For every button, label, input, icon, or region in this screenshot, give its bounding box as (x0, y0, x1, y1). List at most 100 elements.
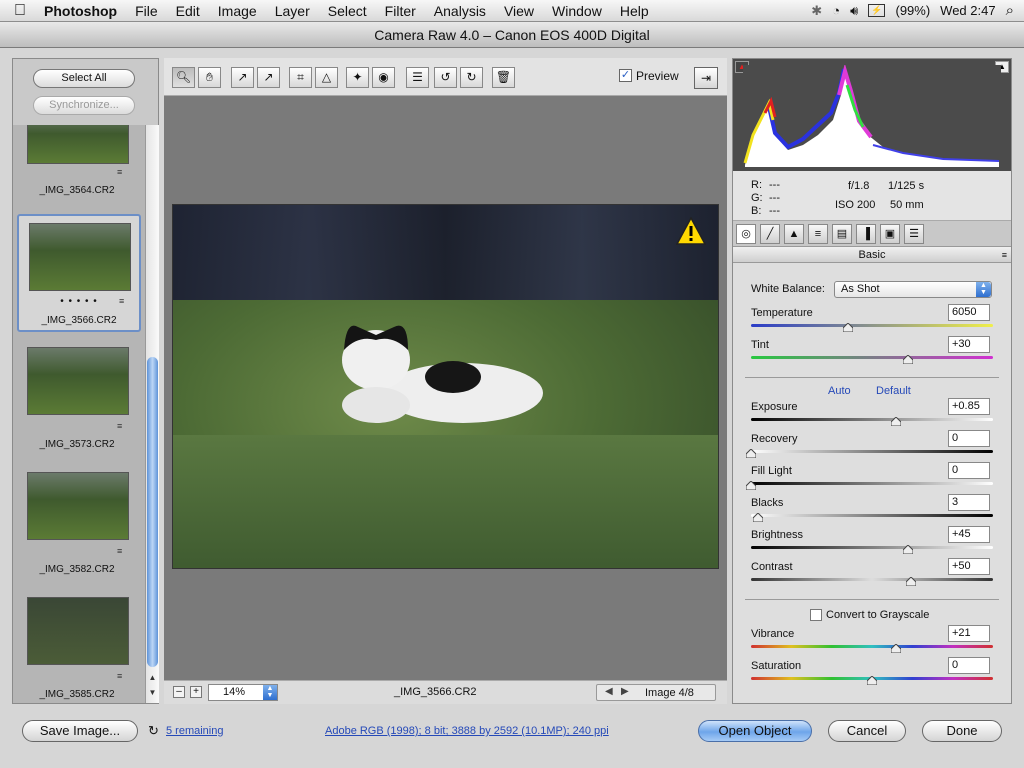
scrollbar-thumb[interactable] (147, 357, 158, 667)
white-balance-tool-icon[interactable]: ↗ (231, 67, 254, 88)
menu-filter[interactable]: Filter (376, 3, 425, 19)
tint-value-field[interactable]: +30 (948, 336, 990, 353)
preview-checkbox[interactable]: ✓ (619, 69, 632, 82)
menu-app-photoshop[interactable]: Photoshop (40, 3, 126, 19)
exposure-slider-track[interactable] (751, 418, 993, 421)
temperature-value-field[interactable]: 6050 (948, 304, 990, 321)
contrast-slider-thumb[interactable] (905, 575, 917, 587)
menu-window[interactable]: Window (543, 3, 611, 19)
tab-presets-icon[interactable]: ☰ (904, 224, 924, 244)
hand-tool-icon[interactable]: ✋︎ (198, 67, 221, 88)
image-canvas[interactable] (164, 96, 727, 680)
convert-grayscale-label[interactable]: Convert to Grayscale (826, 609, 929, 621)
tab-camera-calibration-icon[interactable]: ▣ (880, 224, 900, 244)
color-sampler-tool-icon[interactable]: ↗ (257, 67, 280, 88)
fill-light-value-field[interactable]: 0 (948, 462, 990, 479)
synchronize-button[interactable]: Synchronize... (33, 96, 135, 115)
vibrance-value-field[interactable]: +21 (948, 625, 990, 642)
thumbnail-img-3573[interactable]: ≡ _IMG_3573.CR2 (17, 345, 141, 463)
tint-slider-track[interactable] (751, 356, 993, 359)
open-object-button[interactable]: Open Object (698, 720, 812, 742)
blacks-value-field[interactable]: 3 (948, 494, 990, 511)
menu-file[interactable]: File (126, 3, 167, 19)
tab-hsl-icon[interactable]: ≡ (808, 224, 828, 244)
menu-image[interactable]: Image (209, 3, 266, 19)
retouch-tool-icon[interactable]: ✦ (346, 67, 369, 88)
blacks-slider-track[interactable] (751, 514, 993, 517)
crop-tool-icon[interactable]: ⌗ (289, 67, 312, 88)
battery-icon[interactable]: ⚡ (868, 4, 886, 17)
scroll-up-arrow-icon[interactable]: ▲ (146, 673, 159, 682)
zoom-out-button[interactable]: – (173, 686, 185, 698)
recovery-value-field[interactable]: 0 (948, 430, 990, 447)
filmstrip-scrollbar[interactable]: ▲ ▼ (145, 125, 159, 703)
tab-split-toning-icon[interactable]: ▤ (832, 224, 852, 244)
vibrance-slider-thumb[interactable] (890, 642, 902, 654)
vibrance-slider-track[interactable] (751, 645, 993, 648)
menu-help[interactable]: Help (611, 3, 658, 19)
select-all-button[interactable]: Select All (33, 69, 135, 88)
temperature-slider-thumb[interactable] (842, 321, 854, 333)
menu-layer[interactable]: Layer (266, 3, 319, 19)
saturation-slider-thumb[interactable] (866, 674, 878, 686)
fill-light-slider-track[interactable] (751, 482, 993, 485)
done-button[interactable]: Done (922, 720, 1002, 742)
red-eye-tool-icon[interactable]: ◉ (372, 67, 395, 88)
contrast-slider-track[interactable] (751, 578, 993, 581)
saturation-value-field[interactable]: 0 (948, 657, 990, 674)
brightness-value-field[interactable]: +45 (948, 526, 990, 543)
preferences-icon[interactable]: ☰ (406, 67, 429, 88)
menu-edit[interactable]: Edit (167, 3, 209, 19)
rotate-right-icon[interactable]: ↻ (460, 67, 483, 88)
auto-link[interactable]: Auto (828, 385, 851, 397)
remaining-link[interactable]: 5 remaining (166, 725, 223, 737)
previous-image-icon[interactable]: ◀ (605, 686, 613, 697)
apple-icon[interactable]:  (0, 2, 40, 20)
tab-detail-icon[interactable]: ▲ (784, 224, 804, 244)
tab-tone-curve-icon[interactable]: ╱ (760, 224, 780, 244)
zoom-level-select[interactable]: 14% ▲ ▼ (208, 684, 278, 701)
recovery-slider-track[interactable] (751, 450, 993, 453)
thumbnail-img-3582[interactable]: ≡ _IMG_3582.CR2 (17, 470, 141, 588)
cancel-button[interactable]: Cancel (828, 720, 906, 742)
blacks-slider-thumb[interactable] (752, 511, 764, 523)
straighten-tool-icon[interactable]: △ (315, 67, 338, 88)
rotate-left-icon[interactable]: ↺ (434, 67, 457, 88)
recovery-slider-thumb[interactable] (745, 447, 757, 459)
scroll-down-arrow-icon[interactable]: ▼ (146, 688, 159, 697)
clock[interactable]: Wed 2:47 (940, 3, 995, 18)
menu-view[interactable]: View (495, 3, 543, 19)
preview-label[interactable]: Preview (636, 69, 679, 83)
temperature-slider-track[interactable] (751, 324, 993, 327)
trash-icon[interactable]: 🗑︎ (492, 67, 515, 88)
exposure-slider-thumb[interactable] (890, 415, 902, 427)
volume-icon[interactable]: 🔊︎ (850, 3, 858, 19)
tab-basic-icon[interactable]: ◎ (736, 224, 756, 244)
bluetooth-icon[interactable]: ✱ (811, 3, 822, 19)
menu-select[interactable]: Select (319, 3, 376, 19)
wifi-icon[interactable]: ◔ (832, 3, 840, 18)
default-link[interactable]: Default (876, 385, 911, 397)
next-image-icon[interactable]: ▶ (621, 686, 629, 697)
spotlight-search-icon[interactable]: ⌕ (1006, 2, 1014, 19)
exposure-value-field[interactable]: +0.85 (948, 398, 990, 415)
preview-image[interactable] (172, 204, 719, 569)
thumbnail-img-3566[interactable]: • • • • • ≡ _IMG_3566.CR2 (17, 214, 141, 332)
fill-light-slider-thumb[interactable] (745, 479, 757, 491)
convert-grayscale-checkbox[interactable] (810, 609, 822, 621)
warning-icon[interactable] (676, 217, 706, 245)
fullscreen-toggle-icon[interactable]: ⇥ (694, 67, 718, 89)
panel-menu-icon[interactable]: ≡ (1002, 247, 1007, 263)
menu-analysis[interactable]: Analysis (425, 3, 495, 19)
workflow-options-link[interactable]: Adobe RGB (1998); 8 bit; 3888 by 2592 (1… (325, 725, 609, 737)
white-balance-select[interactable]: As Shot ▲ ▼ (834, 281, 992, 298)
brightness-slider-thumb[interactable] (902, 543, 914, 555)
save-image-button[interactable]: Save Image... (22, 720, 138, 742)
battery-percent[interactable]: (99%) (895, 3, 930, 18)
thumbnail-img-3585[interactable]: ≡ _IMG_3585.CR2 (17, 595, 141, 703)
brightness-slider-track[interactable] (751, 546, 993, 549)
zoom-tool-icon[interactable]: 🔍︎ (172, 67, 195, 88)
zoom-in-button[interactable]: + (190, 686, 202, 698)
tab-lens-corrections-icon[interactable]: ▐ (856, 224, 876, 244)
tint-slider-thumb[interactable] (902, 353, 914, 365)
